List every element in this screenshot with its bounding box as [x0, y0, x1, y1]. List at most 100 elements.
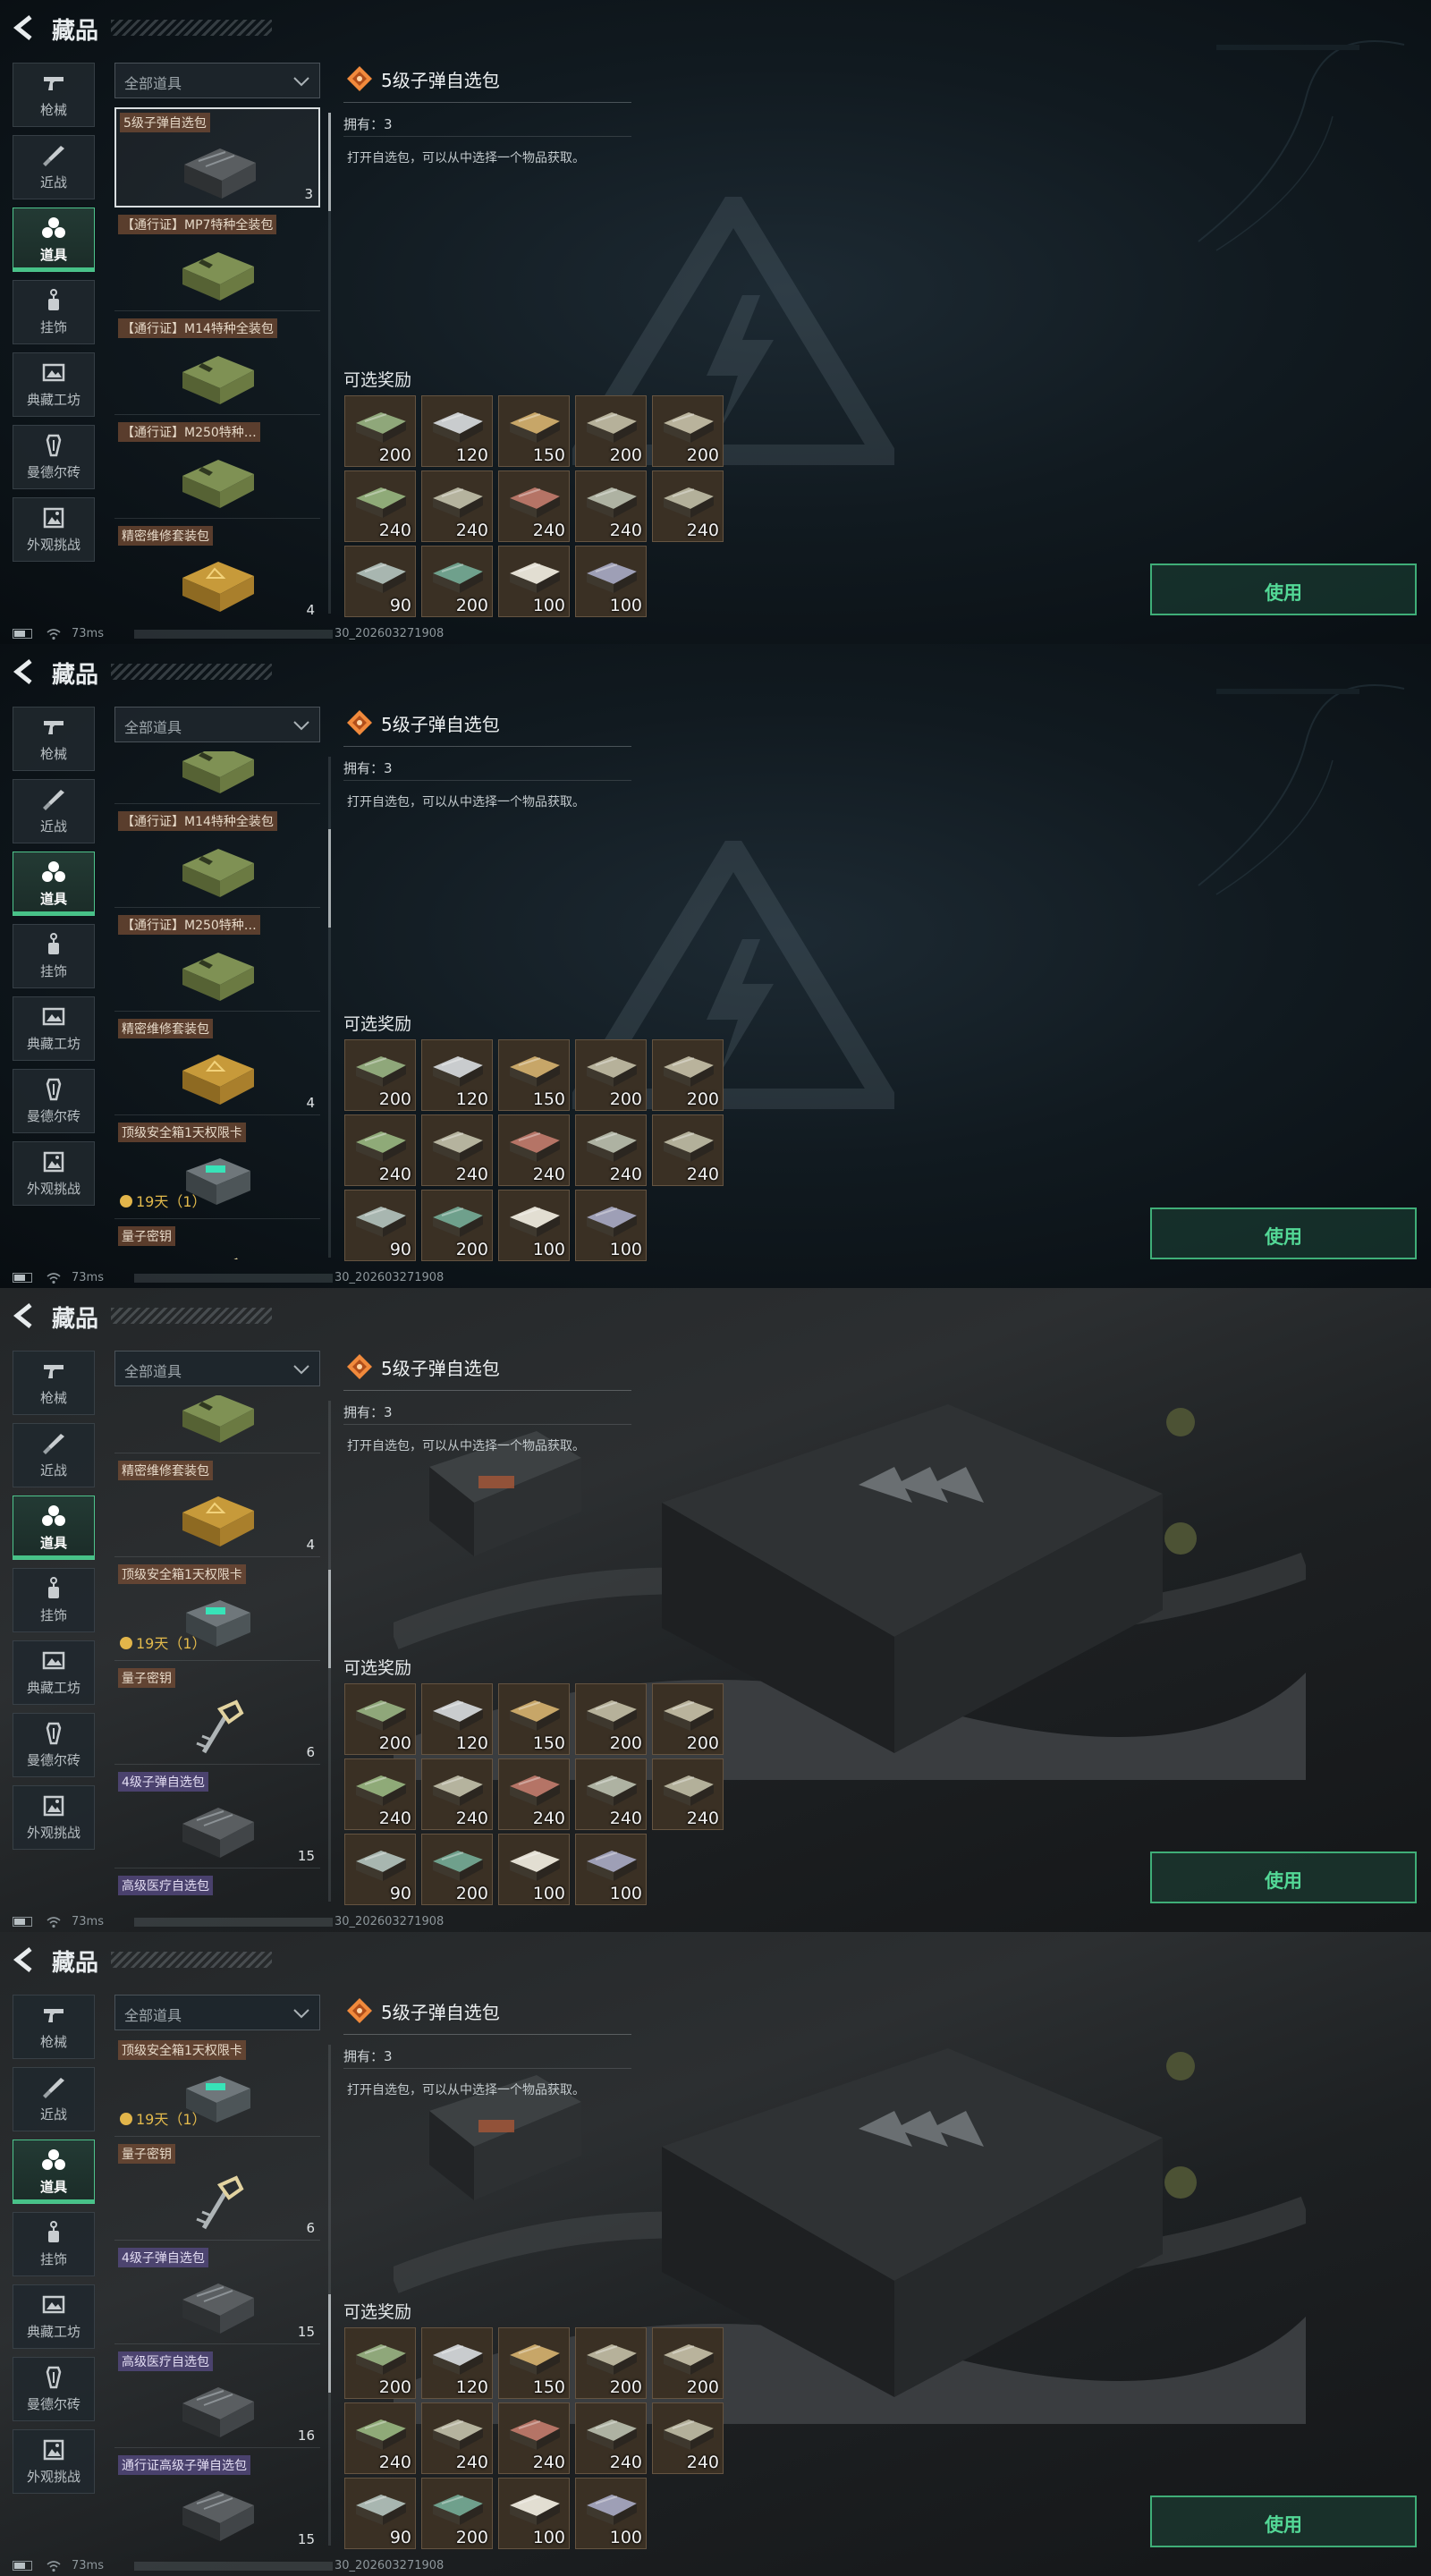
- item-filter-dropdown[interactable]: 全部道具: [114, 63, 320, 98]
- item-list[interactable]: 【通行证】MP7特种全装包【通行证】M14特种全装包【通行证】M250特种… 精密…: [114, 751, 324, 1259]
- use-button[interactable]: 使用: [1150, 2496, 1417, 2547]
- sidebar-item-workshop[interactable]: 典藏工坊: [13, 352, 95, 417]
- reward-slot[interactable]: 100: [575, 1190, 647, 1261]
- reward-slot[interactable]: 240: [575, 1758, 647, 1830]
- scrollbar-thumb[interactable]: [328, 829, 331, 928]
- reward-slot[interactable]: 100: [498, 2478, 570, 2549]
- item-card[interactable]: 精密维修套装包 4: [114, 1015, 320, 1115]
- reward-slot[interactable]: 240: [575, 2402, 647, 2474]
- reward-slot[interactable]: 240: [421, 2402, 493, 2474]
- reward-slot[interactable]: 200: [652, 1039, 724, 1111]
- reward-slot[interactable]: 200: [652, 1683, 724, 1755]
- sidebar-item-charm[interactable]: 挂饰: [13, 2212, 95, 2276]
- reward-slot[interactable]: 100: [498, 1190, 570, 1261]
- use-button[interactable]: 使用: [1150, 1208, 1417, 1259]
- item-list[interactable]: 【通行证】M250特种… 精密维修套装包 4 顶级安全箱1天权限卡 19天（1） 量子密钥…: [114, 1395, 324, 1903]
- reward-slot[interactable]: 240: [344, 1114, 416, 1186]
- reward-slot[interactable]: 100: [575, 2478, 647, 2549]
- reward-slot[interactable]: 100: [575, 1834, 647, 1905]
- reward-slot[interactable]: 240: [421, 470, 493, 542]
- sidebar-item-gun[interactable]: 枪械: [13, 1351, 95, 1415]
- item-list[interactable]: 顶级安全箱1天权限卡 19天（1） 量子密钥 6 4级子弹自选包 15 高级医疗自选包 16 通…: [114, 2039, 324, 2547]
- sidebar-item-challenge[interactable]: 外观挑战: [13, 2429, 95, 2494]
- item-card[interactable]: 高级医疗自选包16: [114, 2348, 320, 2449]
- sidebar-item-items[interactable]: 道具: [13, 208, 95, 272]
- item-card[interactable]: 量子密钥6: [114, 2140, 320, 2241]
- back-arrow-icon[interactable]: [13, 1302, 36, 1329]
- sidebar-item-brick[interactable]: 曼德尔砖: [13, 1069, 95, 1133]
- sidebar-item-knife[interactable]: 近战: [13, 2067, 95, 2131]
- reward-slot[interactable]: 240: [498, 2402, 570, 2474]
- reward-slot[interactable]: 240: [498, 1114, 570, 1186]
- scrollbar-thumb[interactable]: [328, 113, 331, 211]
- sidebar-item-items[interactable]: 道具: [13, 852, 95, 916]
- sidebar-item-workshop[interactable]: 典藏工坊: [13, 996, 95, 1061]
- item-list[interactable]: 5级子弹自选包 3 【通行证】MP7特种全装包 【通行证】M14特种全装包 【通行证】M…: [114, 107, 324, 615]
- item-card[interactable]: 【通行证】M250特种…: [114, 911, 320, 1012]
- item-card[interactable]: 量子密钥6: [114, 1665, 320, 1766]
- sidebar-item-charm[interactable]: 挂饰: [13, 924, 95, 988]
- item-filter-dropdown[interactable]: 全部道具: [114, 1351, 320, 1386]
- reward-slot[interactable]: 200: [575, 1683, 647, 1755]
- item-card[interactable]: 【通行证】M14特种全装包: [114, 315, 320, 415]
- sidebar-item-brick[interactable]: 曼德尔砖: [13, 1713, 95, 1777]
- sidebar-item-workshop[interactable]: 典藏工坊: [13, 2284, 95, 2349]
- sidebar-item-workshop[interactable]: 典藏工坊: [13, 1640, 95, 1705]
- item-card[interactable]: 【通行证】MP7特种全装包: [114, 211, 320, 311]
- reward-slot[interactable]: 90: [344, 546, 416, 617]
- item-card[interactable]: 精密维修套装包 4: [114, 1457, 320, 1558]
- sidebar-item-knife[interactable]: 近战: [13, 135, 95, 199]
- reward-slot[interactable]: 150: [498, 395, 570, 467]
- item-card[interactable]: 【通行证】M14特种全装包: [114, 808, 320, 908]
- sidebar-item-challenge[interactable]: 外观挑战: [13, 1141, 95, 1206]
- reward-slot[interactable]: 90: [344, 1834, 416, 1905]
- scrollbar-thumb[interactable]: [328, 2294, 331, 2393]
- reward-slot[interactable]: 200: [575, 2327, 647, 2399]
- reward-slot[interactable]: 240: [344, 1758, 416, 1830]
- reward-slot[interactable]: 200: [344, 395, 416, 467]
- reward-slot[interactable]: 240: [498, 470, 570, 542]
- reward-slot[interactable]: 90: [344, 1190, 416, 1261]
- reward-slot[interactable]: 200: [344, 1683, 416, 1755]
- reward-slot[interactable]: 240: [498, 1758, 570, 1830]
- reward-slot[interactable]: 200: [421, 546, 493, 617]
- item-card[interactable]: 量子密钥6: [114, 1223, 320, 1259]
- item-card[interactable]: 顶级安全箱1天权限卡 19天（1）: [114, 2039, 320, 2138]
- sidebar-item-challenge[interactable]: 外观挑战: [13, 1785, 95, 1850]
- reward-slot[interactable]: 240: [652, 470, 724, 542]
- sidebar-item-brick[interactable]: 曼德尔砖: [13, 2357, 95, 2421]
- reward-slot[interactable]: 200: [575, 395, 647, 467]
- item-card[interactable]: 顶级安全箱1天权限卡 19天（1）: [114, 1119, 320, 1219]
- back-arrow-icon[interactable]: [13, 1946, 36, 1973]
- sidebar-item-knife[interactable]: 近战: [13, 1423, 95, 1487]
- reward-slot[interactable]: 120: [421, 1039, 493, 1111]
- reward-slot[interactable]: 240: [652, 1114, 724, 1186]
- reward-slot[interactable]: 100: [498, 1834, 570, 1905]
- item-card[interactable]: 高级医疗自选包16: [114, 1872, 320, 1903]
- use-button[interactable]: 使用: [1150, 564, 1417, 615]
- reward-slot[interactable]: 240: [575, 470, 647, 542]
- reward-slot[interactable]: 240: [575, 1114, 647, 1186]
- sidebar-item-knife[interactable]: 近战: [13, 779, 95, 843]
- sidebar-item-gun[interactable]: 枪械: [13, 63, 95, 127]
- sidebar-item-brick[interactable]: 曼德尔砖: [13, 425, 95, 489]
- reward-slot[interactable]: 200: [652, 2327, 724, 2399]
- item-card[interactable]: 通行证高级子弹自选包 15: [114, 2452, 320, 2547]
- reward-slot[interactable]: 240: [652, 2402, 724, 2474]
- sidebar-item-gun[interactable]: 枪械: [13, 1995, 95, 2059]
- reward-slot[interactable]: 240: [344, 470, 416, 542]
- reward-slot[interactable]: 200: [575, 1039, 647, 1111]
- item-filter-dropdown[interactable]: 全部道具: [114, 707, 320, 742]
- reward-slot[interactable]: 120: [421, 1683, 493, 1755]
- item-card[interactable]: 精密维修套装包 4: [114, 522, 320, 615]
- sidebar-item-items[interactable]: 道具: [13, 1496, 95, 1560]
- item-list-scrollbar[interactable]: [328, 2045, 331, 2546]
- reward-slot[interactable]: 150: [498, 1039, 570, 1111]
- item-card[interactable]: 【通行证】MP7特种全装包: [114, 751, 320, 804]
- item-list-scrollbar[interactable]: [328, 1401, 331, 1902]
- sidebar-item-charm[interactable]: 挂饰: [13, 280, 95, 344]
- reward-slot[interactable]: 200: [421, 1834, 493, 1905]
- reward-slot[interactable]: 240: [344, 2402, 416, 2474]
- item-list-scrollbar[interactable]: [328, 757, 331, 1258]
- reward-slot[interactable]: 200: [421, 2478, 493, 2549]
